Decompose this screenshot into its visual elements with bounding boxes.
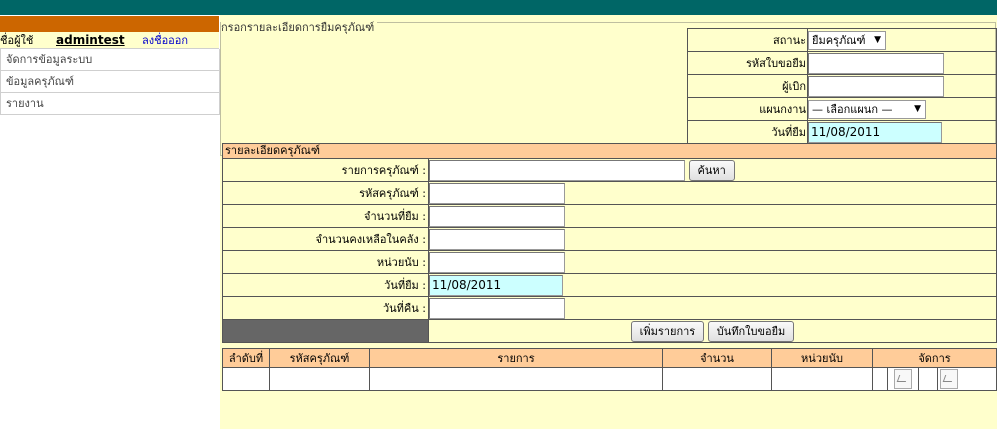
borrow-items-table: ลำดับที่ รหัสครุภัณฑ์ รายการ จำนวน หน่วย…: [222, 348, 997, 391]
table-row: [222, 367, 997, 391]
dropdown-arrow-icon: ▼: [914, 103, 921, 114]
stock-label: จำนวนคงเหลือในคลัง :: [222, 227, 429, 251]
equipment-detail-table: รายละเอียดครุภัณฑ์ รายการครุภัณฑ์ : ค้นห…: [222, 143, 997, 343]
qty-label: จำนวนที่ยืม :: [222, 204, 429, 228]
header-borrow-date-input[interactable]: 11/08/2011: [808, 121, 942, 143]
borrow-no-label: รหัสใบขอยืม: [687, 51, 808, 75]
return-date-label: วันที่คืน :: [222, 296, 429, 320]
col-manage: จัดการ: [872, 348, 997, 368]
unit-label: หน่วยนับ :: [222, 250, 429, 274]
search-button[interactable]: ค้นหา: [688, 159, 735, 181]
action-row-spacer: [222, 319, 429, 343]
item-label: รายการครุภัณฑ์ :: [222, 158, 429, 182]
cell-unit: [771, 367, 873, 391]
user-label: ชื่อผู้ใช้: [0, 34, 34, 47]
cell-seq: [222, 367, 270, 391]
requester-input[interactable]: [808, 75, 944, 97]
col-item: รายการ: [369, 348, 663, 368]
edit-document-icon[interactable]: [894, 369, 912, 389]
dropdown-arrow-icon: ▼: [874, 34, 881, 45]
borrow-no-input[interactable]: [808, 52, 944, 74]
unit-input[interactable]: [429, 251, 565, 273]
sidebar-header: [0, 16, 219, 32]
header-borrow-date-label: วันที่ยืม: [687, 120, 808, 144]
col-seq: ลำดับที่: [222, 348, 270, 368]
detail-borrow-date-input[interactable]: 11/08/2011: [429, 274, 563, 296]
cell-qty: [662, 367, 772, 391]
code-input[interactable]: [429, 182, 565, 204]
sidebar-item-system-management[interactable]: จัดการข้อมูลระบบ: [0, 49, 220, 71]
department-select[interactable]: — เลือกแผนก — ▼: [808, 99, 926, 119]
cell-item: [369, 367, 663, 391]
status-select[interactable]: ยืมครุภัณฑ์ ▼: [808, 30, 886, 50]
department-label: แผนกงาน: [687, 97, 808, 121]
col-code: รหัสครุภัณฑ์: [269, 348, 370, 368]
detail-borrow-date-label: วันที่ยืม :: [222, 273, 429, 297]
item-input[interactable]: [429, 159, 685, 181]
stock-input[interactable]: [429, 228, 565, 250]
return-date-input[interactable]: [429, 297, 565, 319]
cell-code: [269, 367, 370, 391]
sidebar: ชื่อผู้ใช้ admintest ลงชื่อออก จัดการข้อ…: [0, 16, 220, 115]
delete-document-icon[interactable]: [940, 369, 958, 389]
form-legend: กรอกรายละเอียดการยืมครุภัณฑ์: [221, 22, 378, 34]
sidebar-item-report[interactable]: รายงาน: [0, 93, 220, 115]
top-banner: [0, 0, 997, 15]
col-qty: จำนวน: [662, 348, 772, 368]
requester-label: ผู้เบิก: [687, 74, 808, 98]
code-label: รหัสครุภัณฑ์ :: [222, 181, 429, 205]
user-info-row: ชื่อผู้ใช้ admintest ลงชื่อออก: [0, 32, 219, 49]
main-panel: กรอกรายละเอียดการยืมครุภัณฑ์ สถานะ ยืมคร…: [220, 15, 997, 429]
add-item-button[interactable]: เพิ่มรายการ: [630, 320, 705, 342]
qty-input[interactable]: [429, 205, 565, 227]
status-label: สถานะ: [687, 28, 808, 52]
username-link[interactable]: admintest: [56, 33, 142, 47]
borrow-header-table: สถานะ ยืมครุภัณฑ์ ▼ รหัสใบขอยืม ผู้เบิก แ…: [687, 28, 997, 144]
sidebar-item-equipment-data[interactable]: ข้อมูลครุภัณฑ์: [0, 71, 220, 93]
detail-section-title: รายละเอียดครุภัณฑ์: [222, 143, 997, 159]
logout-link[interactable]: ลงชื่อออก: [142, 31, 188, 49]
save-borrow-button[interactable]: บันทึกใบขอยืม: [707, 320, 795, 342]
col-unit: หน่วยนับ: [771, 348, 873, 368]
